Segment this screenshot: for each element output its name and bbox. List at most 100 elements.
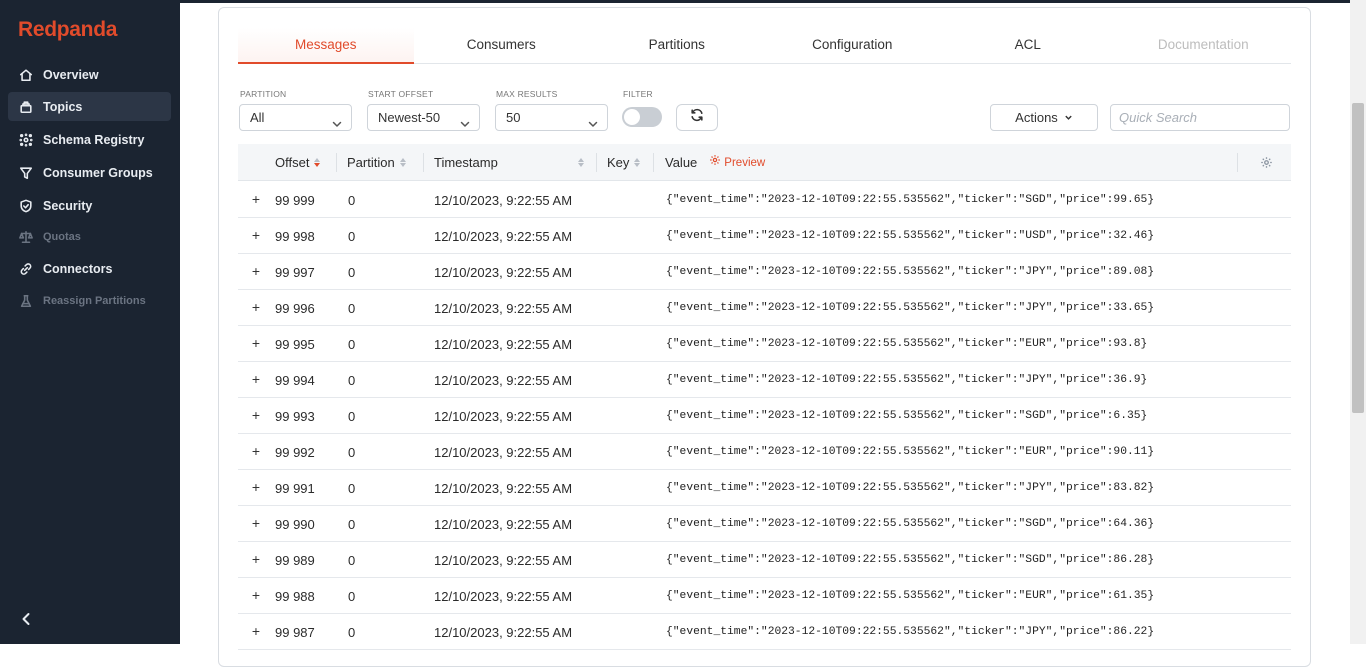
cell-partition: 0 <box>348 589 356 604</box>
column-offset[interactable]: Offset <box>275 144 321 181</box>
table-row[interactable]: +99 990 0 12/10/2023, 9:22:55 AM {"event_ti… <box>238 506 1291 542</box>
sort-icon <box>634 158 641 167</box>
table-row[interactable]: +99 987 0 12/10/2023, 9:22:55 AM {"event_ti… <box>238 614 1291 650</box>
expand-row-icon[interactable]: + <box>250 300 262 314</box>
expand-row-icon[interactable]: + <box>250 336 262 350</box>
expand-row-icon[interactable]: + <box>250 516 262 530</box>
scrollbar-thumb[interactable] <box>1352 103 1364 413</box>
tab-acl[interactable]: ACL <box>940 28 1116 64</box>
column-key[interactable]: Key <box>607 144 641 181</box>
sidebar-item-consumer-groups[interactable]: Consumer Groups <box>8 158 171 187</box>
brand-logo[interactable]: Redpanda <box>18 18 117 42</box>
filter-toggle[interactable] <box>622 107 662 127</box>
table-row[interactable]: +99 997 0 12/10/2023, 9:22:55 AM {"event_ti… <box>238 254 1291 290</box>
table-row[interactable]: +99 998 0 12/10/2023, 9:22:55 AM {"event_ti… <box>238 218 1291 254</box>
sidebar-item-label: Overview <box>43 67 99 82</box>
sidebar-item-label: Security <box>43 198 93 213</box>
cell-offset: 99 991 <box>275 481 315 496</box>
sidebar-item-connectors[interactable]: Connectors <box>8 254 171 283</box>
expand-row-icon[interactable]: + <box>250 480 262 494</box>
cell-partition: 0 <box>348 301 356 316</box>
cell-value: {"event_time":"2023-12-10T09:22:55.53556… <box>666 410 1148 422</box>
column-partition-label: Partition <box>347 154 395 170</box>
refresh-button[interactable] <box>676 104 718 131</box>
tab-consumers[interactable]: Consumers <box>414 28 590 64</box>
expand-row-icon[interactable]: + <box>250 192 262 206</box>
table-row[interactable]: +99 999 0 12/10/2023, 9:22:55 AM {"event_ti… <box>238 182 1291 218</box>
top-border <box>180 0 1350 3</box>
cell-timestamp: 12/10/2023, 9:22:55 AM <box>434 553 573 568</box>
table-row[interactable]: +99 991 0 12/10/2023, 9:22:55 AM {"event_ti… <box>238 470 1291 506</box>
page-scrollbar[interactable] <box>1350 0 1366 644</box>
sidebar-item-topics[interactable]: Topics <box>8 92 171 121</box>
tab-partitions[interactable]: Partitions <box>589 28 765 64</box>
expand-row-icon[interactable]: + <box>250 264 262 278</box>
sidebar-item-overview[interactable]: Overview <box>8 60 171 89</box>
cell-timestamp: 12/10/2023, 9:22:55 AM <box>434 265 573 280</box>
cell-partition: 0 <box>348 337 356 352</box>
expand-row-icon[interactable]: + <box>250 444 262 458</box>
cell-offset: 99 997 <box>275 265 315 280</box>
table-row[interactable]: +99 993 0 12/10/2023, 9:22:55 AM {"event_ti… <box>238 398 1291 434</box>
home-icon <box>19 68 33 82</box>
column-timestamp[interactable]: Timestamp <box>434 144 584 181</box>
expand-row-icon[interactable]: + <box>250 552 262 566</box>
cell-offset: 99 992 <box>275 445 315 460</box>
column-value: Value Preview <box>665 144 765 181</box>
cell-value: {"event_time":"2023-12-10T09:22:55.53556… <box>666 194 1155 206</box>
cell-timestamp: 12/10/2023, 9:22:55 AM <box>434 193 573 208</box>
column-settings-gear-icon[interactable] <box>1260 156 1273 174</box>
toggle-knob <box>624 109 640 125</box>
table-row[interactable]: +99 996 0 12/10/2023, 9:22:55 AM {"event_ti… <box>238 290 1291 326</box>
sort-icon <box>399 158 406 167</box>
collapse-sidebar-icon[interactable] <box>18 611 34 627</box>
cell-offset: 99 987 <box>275 625 315 640</box>
expand-row-icon[interactable]: + <box>250 588 262 602</box>
expand-row-icon[interactable]: + <box>250 228 262 242</box>
cell-offset: 99 989 <box>275 553 315 568</box>
partition-select[interactable]: All <box>239 104 352 131</box>
column-timestamp-label: Timestamp <box>434 154 498 170</box>
cell-partition: 0 <box>348 373 356 388</box>
start-offset-value: Newest-50 <box>378 110 441 125</box>
cell-offset: 99 994 <box>275 373 315 388</box>
cell-value: {"event_time":"2023-12-10T09:22:55.53556… <box>666 482 1155 494</box>
sidebar: Redpanda Overview Topics Schema Registry… <box>0 0 180 644</box>
tab-configuration[interactable]: Configuration <box>765 28 941 64</box>
cell-partition: 0 <box>348 265 356 280</box>
table-row[interactable]: +99 988 0 12/10/2023, 9:22:55 AM {"event_ti… <box>238 578 1291 614</box>
sidebar-item-label: Topics <box>43 99 83 114</box>
column-divider <box>1237 153 1238 172</box>
start-offset-select[interactable]: Newest-50 <box>367 104 480 131</box>
sort-desc-icon <box>314 158 321 167</box>
cell-value: {"event_time":"2023-12-10T09:22:55.53556… <box>666 302 1155 314</box>
sidebar-item-security[interactable]: Security <box>8 191 171 220</box>
preview-button[interactable]: Preview <box>709 145 765 181</box>
cell-value: {"event_time":"2023-12-10T09:22:55.53556… <box>666 518 1155 530</box>
expand-row-icon[interactable]: + <box>250 408 262 422</box>
cell-value: {"event_time":"2023-12-10T09:22:55.53556… <box>666 626 1155 638</box>
expand-row-icon[interactable]: + <box>250 624 262 638</box>
column-partition[interactable]: Partition <box>347 144 406 181</box>
table-row[interactable]: +99 992 0 12/10/2023, 9:22:55 AM {"event_ti… <box>238 434 1291 470</box>
expand-row-icon[interactable]: + <box>250 372 262 386</box>
cell-offset: 99 993 <box>275 409 315 424</box>
max-results-value: 50 <box>506 110 521 125</box>
tab-messages[interactable]: Messages <box>238 28 414 64</box>
cell-partition: 0 <box>348 517 356 532</box>
actions-button[interactable]: Actions <box>990 104 1098 131</box>
actions-label: Actions <box>1015 110 1058 125</box>
cell-timestamp: 12/10/2023, 9:22:55 AM <box>434 589 573 604</box>
cell-partition: 0 <box>348 445 356 460</box>
cell-offset: 99 999 <box>275 193 315 208</box>
sidebar-item-schema-registry[interactable]: Schema Registry <box>8 125 171 154</box>
link-icon <box>19 262 33 276</box>
cell-timestamp: 12/10/2023, 9:22:55 AM <box>434 373 573 388</box>
table-row[interactable]: +99 995 0 12/10/2023, 9:22:55 AM {"event_ti… <box>238 326 1291 362</box>
cell-value: {"event_time":"2023-12-10T09:22:55.53556… <box>666 446 1155 458</box>
chevron-down-icon <box>588 112 598 127</box>
max-results-select[interactable]: 50 <box>495 104 608 131</box>
quick-search-input[interactable] <box>1110 104 1290 131</box>
table-row[interactable]: +99 989 0 12/10/2023, 9:22:55 AM {"event_ti… <box>238 542 1291 578</box>
table-row[interactable]: +99 994 0 12/10/2023, 9:22:55 AM {"event_ti… <box>238 362 1291 398</box>
